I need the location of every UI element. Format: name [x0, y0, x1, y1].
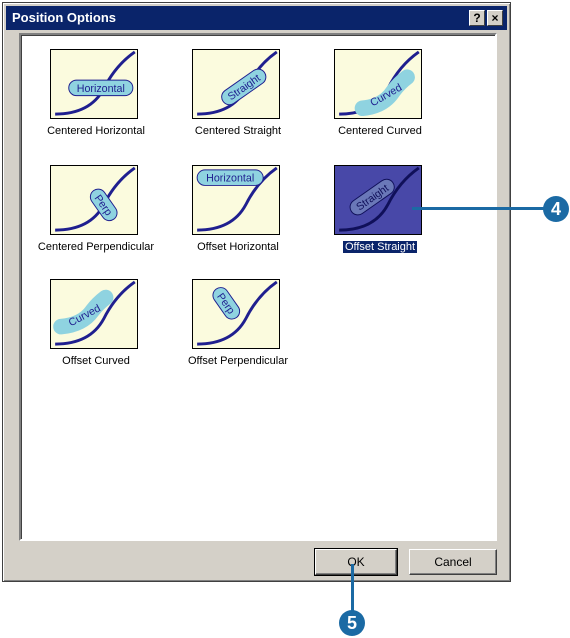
centered-straight-icon: Straight: [197, 50, 278, 116]
badge-text: Horizontal: [206, 173, 254, 185]
close-button[interactable]: ×: [487, 10, 503, 26]
position-options-dialog: Position Options ? × Horizontal Centered…: [2, 2, 511, 582]
centered-perpendicular-icon: Perp: [55, 166, 136, 232]
offset-straight-thumbnail: Straight: [334, 165, 422, 235]
callout-5-badge: 5: [339, 610, 365, 636]
centered-curved-thumbnail: Curved: [334, 49, 422, 119]
offset-curved-icon: Curved: [53, 280, 136, 346]
option-label: Centered Perpendicular: [37, 241, 155, 253]
callout-4-badge: 4: [543, 196, 569, 222]
option-label: Offset Straight: [341, 240, 419, 254]
option-label: Centered Curved: [338, 125, 422, 137]
offset-perpendicular-thumbnail: Perp: [192, 279, 280, 349]
dialog-title: Position Options: [12, 10, 116, 25]
callout-4-leader-line: [412, 207, 548, 210]
option-label: Centered Horizontal: [47, 125, 145, 137]
cancel-button[interactable]: Cancel: [409, 549, 497, 575]
centered-curved-icon: Curved: [339, 50, 420, 117]
badge-text: Horizontal: [77, 83, 125, 95]
title-bar[interactable]: Position Options ? ×: [6, 6, 507, 30]
offset-perpendicular-icon: Perp: [197, 280, 278, 346]
offset-horizontal-icon: Horizontal: [196, 166, 278, 232]
option-label: Offset Horizontal: [197, 241, 279, 253]
help-button[interactable]: ?: [469, 10, 485, 26]
offset-straight-icon: Straight: [339, 166, 420, 232]
centered-horizontal-thumbnail: Horizontal: [50, 49, 138, 119]
offset-horizontal-thumbnail: Horizontal: [192, 165, 280, 235]
option-label: Centered Straight: [194, 125, 282, 137]
offset-curved-thumbnail: Curved: [50, 279, 138, 349]
ok-button[interactable]: OK: [314, 548, 398, 576]
centered-straight-thumbnail: Straight: [192, 49, 280, 119]
options-panel: Horizontal Centered Horizontal Straight …: [19, 33, 497, 541]
option-label: Offset Perpendicular: [187, 355, 289, 367]
centered-perpendicular-thumbnail: Perp: [50, 165, 138, 235]
option-label: Offset Curved: [62, 355, 130, 367]
centered-horizontal-icon: Horizontal: [55, 50, 136, 116]
